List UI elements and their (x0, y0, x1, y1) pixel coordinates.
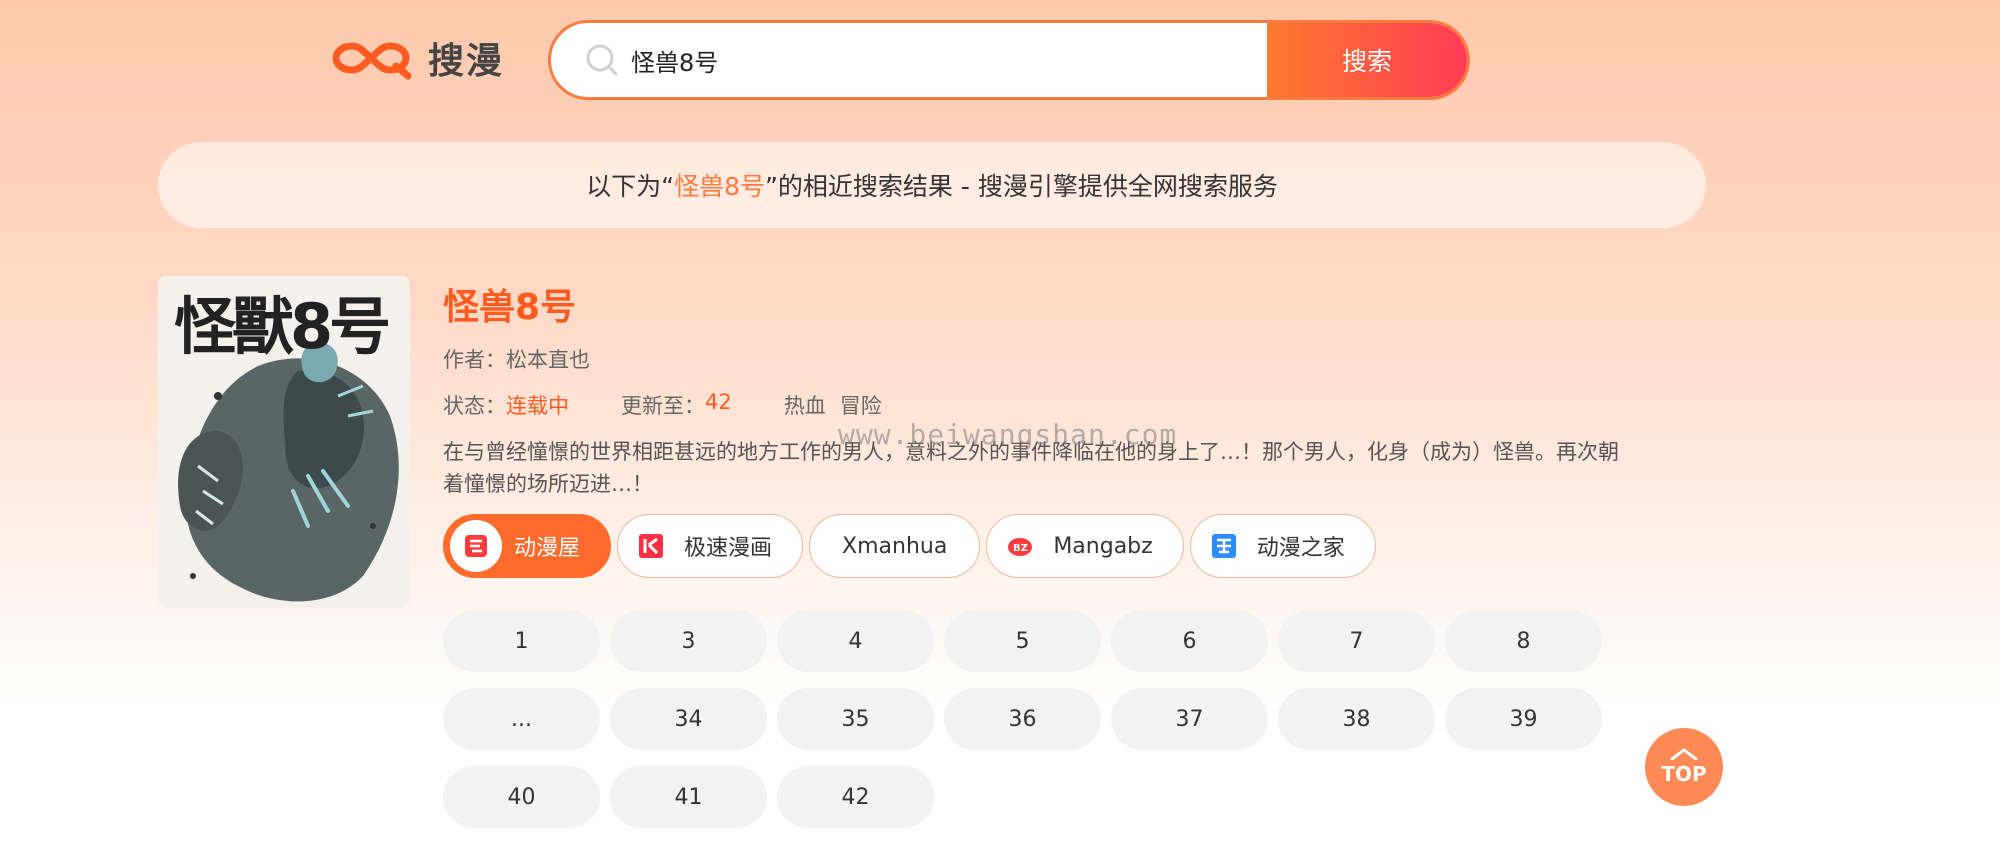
chapter-button[interactable]: 40 (443, 766, 600, 828)
source-button-dongmanzhijia[interactable]: 动漫之家 (1189, 514, 1376, 578)
chapter-button[interactable]: 36 (944, 688, 1101, 750)
chapter-button[interactable]: 8 (1445, 610, 1602, 672)
source-label: Xmanhua (842, 533, 948, 559)
chevron-up-icon (1670, 748, 1698, 760)
jisu-icon (636, 531, 666, 561)
chapter-button[interactable]: 5 (944, 610, 1101, 672)
comic-cover[interactable]: 怪獸8号 (158, 276, 410, 608)
chapter-button[interactable]: 35 (777, 688, 934, 750)
cover-title: 怪獸8号 (174, 290, 388, 363)
chapter-button[interactable]: 42 (777, 766, 934, 828)
chapter-button[interactable]: 4 (777, 610, 934, 672)
back-to-top-button[interactable]: TOP (1645, 728, 1723, 806)
source-button-dongmanwu[interactable]: 动漫屋 (443, 514, 612, 578)
notice-prefix: 以下为“ (586, 172, 675, 201)
logo-text: 搜漫 (428, 41, 505, 82)
search-input[interactable] (629, 23, 1267, 97)
watermark: www.beiwangshan.com (838, 418, 1178, 451)
notice-keyword: 怪兽8号 (674, 172, 765, 201)
source-button-xmanhua[interactable]: Xmanhua (809, 514, 981, 578)
chapter-button[interactable]: 7 (1278, 610, 1435, 672)
source-label: 动漫屋 (514, 536, 581, 561)
genre-tag: 热血 (783, 394, 826, 418)
chapter-button[interactable]: 41 (610, 766, 767, 828)
chapter-button[interactable]: 1 (443, 610, 600, 672)
update-label: 更新至： (621, 394, 705, 418)
chapter-list: 1 3 4 5 6 7 8 ... 34 35 36 37 38 39 40 4… (443, 610, 1607, 828)
search-result-notice: 以下为“ 怪兽8号 ”的相近搜索结果 - 搜漫引擎提供全网搜索服务 (158, 142, 1706, 228)
comic-author: 作者：松本直也 (443, 348, 590, 372)
status-value: 连载中 (506, 394, 569, 418)
chapter-button[interactable]: 39 (1445, 688, 1602, 750)
source-button-mangabz[interactable]: BZ Mangabz (986, 514, 1184, 578)
status-label: 状态： (443, 394, 506, 418)
status-row: 状态： 连载中 更新至： 42 热血 冒险 (443, 390, 896, 420)
site-logo[interactable]: 搜漫 (330, 30, 504, 86)
source-list: 动漫屋 极速漫画 Xmanhua BZ Mangabz 动漫之家 (443, 514, 1376, 578)
chapter-button[interactable]: 3 (610, 610, 767, 672)
manhua-home-icon (1209, 531, 1239, 561)
genre-tag: 冒险 (839, 394, 882, 418)
source-label: Mangabz (1053, 533, 1153, 559)
chapter-button[interactable]: 6 (1111, 610, 1268, 672)
search-icon (586, 44, 618, 76)
mangabz-icon: BZ (1005, 531, 1035, 561)
notice-suffix: ”的相近搜索结果 - 搜漫引擎提供全网搜索服务 (764, 172, 1278, 201)
source-label: 极速漫画 (684, 536, 773, 561)
search-bar: 搜索 (548, 20, 1470, 100)
source-button-jisu[interactable]: 极速漫画 (617, 514, 804, 578)
cover-illustration: 怪獸8号 (158, 276, 410, 608)
chapter-button[interactable]: 38 (1278, 688, 1435, 750)
chapter-button[interactable]: 37 (1111, 688, 1268, 750)
infinity-logo-icon (332, 42, 412, 80)
comic-title[interactable]: 怪兽8号 (443, 278, 576, 330)
chapter-button[interactable]: 34 (610, 688, 767, 750)
dmzj-house-icon (450, 520, 502, 572)
top-label: TOP (1661, 762, 1707, 786)
source-label: 动漫之家 (1256, 536, 1345, 561)
search-button[interactable]: 搜索 (1267, 23, 1467, 97)
update-value: 42 (705, 390, 732, 414)
chapter-ellipsis-button[interactable]: ... (443, 688, 600, 750)
svg-text:BZ: BZ (1013, 543, 1028, 554)
